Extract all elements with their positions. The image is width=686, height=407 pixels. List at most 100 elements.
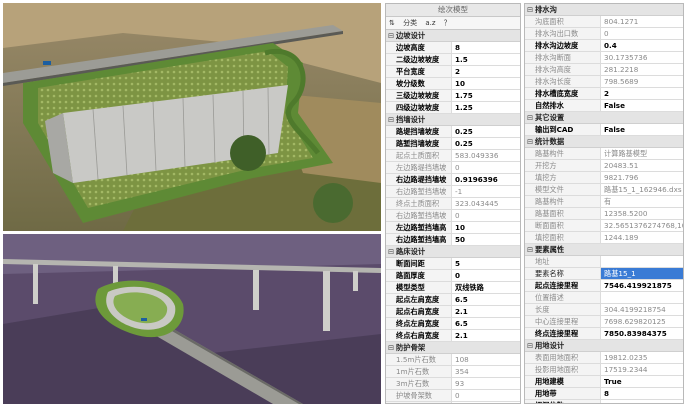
property-row[interactable]: 位置描述 [525,292,683,304]
property-value[interactable]: 1.5 [452,54,520,65]
property-value[interactable]: 108 [452,354,520,365]
property-row[interactable]: 平台土方量93 [386,402,520,403]
sort-icon[interactable]: ⇅ [389,19,395,27]
help-button[interactable]: ？ [444,19,451,27]
property-row[interactable]: 路堑挡墙坡度 0.25 [386,138,520,150]
property-value[interactable]: False [601,124,683,135]
property-value[interactable]: 7698.629820125 [601,316,683,327]
property-row[interactable]: 地址 [525,256,683,268]
property-row[interactable]: 1.5m片石数 108 [386,354,520,366]
property-value[interactable]: 30.1735736 [601,52,683,63]
property-row[interactable]: 路基构件 计算路基模型 [525,148,683,160]
property-value[interactable]: 7850.83984375 [601,328,683,339]
property-value[interactable]: 281.2218 [601,64,683,75]
property-value[interactable]: 1.75 [452,90,520,101]
property-row[interactable]: 表面用地面积 19812.0235 [525,352,683,364]
collapse-toggle-icon[interactable]: ⊟ [527,340,535,351]
property-value[interactable]: 93 [452,378,520,389]
collapse-toggle-icon[interactable]: ⊟ [388,30,396,41]
property-row[interactable]: 路基面积 12358.5200 [525,208,683,220]
property-row[interactable]: 埋深位数5 [525,400,683,403]
property-row[interactable]: 断面面积32.5651376274768,10.7 [525,220,683,232]
property-row[interactable]: 排水沟出口数 0 [525,28,683,40]
property-value[interactable]: 双线铁路 [452,282,520,293]
property-row[interactable]: 填挖面积 1244.189 [525,232,683,244]
property-value[interactable]: 17519.2344 [601,364,683,375]
property-row[interactable]: 二级边坡坡度 1.5 [386,54,520,66]
property-value[interactable]: 7546.419921875 [601,280,683,291]
property-row[interactable]: 边坡高度 8 [386,42,520,54]
property-value[interactable] [601,292,683,303]
property-value[interactable]: -1 [452,186,520,197]
scene-viewport-top[interactable] [3,3,381,231]
collapse-toggle-icon[interactable]: ⊟ [527,112,535,123]
property-row[interactable]: 排水沟断面 30.1735736 [525,52,683,64]
property-row[interactable]: 终点土质面积 323.043445 [386,198,520,210]
property-value[interactable]: 304.4199218754 [601,304,683,315]
property-row[interactable]: 中心连接里程 7698.629820125 [525,316,683,328]
collapse-toggle-icon[interactable]: ⊟ [388,246,396,257]
property-value[interactable]: 798.5689 [601,76,683,87]
property-row[interactable]: 路基构件有 [525,196,683,208]
property-row[interactable]: 终点左肩宽度 6.5 [386,318,520,330]
property-value[interactable]: 32.5651376274768,10.7 [601,220,683,231]
property-row[interactable]: 排水沟边坡度 0.4 [525,40,683,52]
property-value[interactable]: 1244.189 [601,232,683,243]
property-row[interactable]: 要素名称 路基15_1 [525,268,683,280]
property-value[interactable]: 0.25 [452,138,520,149]
property-row[interactable]: 模型类型 双线铁路 [386,282,520,294]
collapse-toggle-icon[interactable]: ⊟ [388,342,396,353]
property-row[interactable]: 填挖方 9821.796 [525,172,683,184]
property-value[interactable]: 0 [452,162,520,173]
property-value[interactable]: 路基15_1_162946.dxs [601,184,683,195]
property-row[interactable]: 坡分级数 10 [386,78,520,90]
property-row[interactable]: 左边路堑挡墙高 10 [386,222,520,234]
property-row[interactable]: 开挖方 20483.51 [525,160,683,172]
property-row[interactable]: 护坡骨架数 0 [386,390,520,402]
property-value[interactable]: 5 [601,400,683,403]
property-value[interactable]: 50 [452,234,520,245]
scene-viewport-bottom[interactable] [3,234,381,404]
section-header[interactable]: ⊟ 用地设计 [525,340,683,352]
collapse-toggle-icon[interactable]: ⊟ [527,244,535,255]
property-row[interactable]: 终点右肩宽度 2.1 [386,330,520,342]
property-value[interactable]: 804.1271 [601,16,683,27]
property-row[interactable]: 平台宽度 2 [386,66,520,78]
section-header[interactable]: ⊟ 防护骨架 [386,342,520,354]
property-value[interactable]: 2.1 [452,330,520,341]
section-header[interactable]: ⊟ 统计数据 [525,136,683,148]
property-value[interactable]: False [601,100,683,111]
property-value[interactable]: 2 [452,66,520,77]
property-row[interactable]: 排水沟高度 281.2218 [525,64,683,76]
property-value[interactable]: 19812.0235 [601,352,683,363]
property-row[interactable]: 路堤挡墙坡度 0.25 [386,126,520,138]
property-value[interactable]: 有 [601,196,683,207]
property-row[interactable]: 起点土质面积 583.049336 [386,150,520,162]
property-row[interactable]: 四级边坡坡度 1.25 [386,102,520,114]
property-value[interactable]: 8 [601,388,683,399]
property-value[interactable]: 0 [452,270,520,281]
property-row[interactable]: 起点连接里程 7546.419921875 [525,280,683,292]
property-row[interactable]: 排水沟长度 798.5689 [525,76,683,88]
property-row[interactable]: 左边路堤挡墙坡 0 [386,162,520,174]
property-value[interactable]: 0 [601,28,683,39]
section-header[interactable]: ⊟ 排水沟 [525,4,683,16]
property-row[interactable]: 沟底面积 804.1271 [525,16,683,28]
property-row[interactable]: 右边路堑挡墙坡 0 [386,210,520,222]
property-value[interactable]: 0 [452,210,520,221]
section-header[interactable]: ⊟ 要素属性 [525,244,683,256]
property-row[interactable]: 1m片石数 354 [386,366,520,378]
property-value[interactable]: 2.1 [452,306,520,317]
property-value[interactable]: 计算路基模型 [601,148,683,159]
property-row[interactable]: 长度 304.4199218754 [525,304,683,316]
category-view-button[interactable]: 分类 [403,19,417,27]
property-row[interactable]: 三级边坡坡度 1.75 [386,90,520,102]
property-value[interactable]: 0 [452,390,520,401]
section-header[interactable]: ⊟ 边坡设计 [386,30,520,42]
property-value[interactable]: 93 [452,402,520,403]
property-value[interactable]: 323.043445 [452,198,520,209]
property-value[interactable]: 2 [601,88,683,99]
property-value[interactable]: 6.5 [452,294,520,305]
property-value[interactable]: 6.5 [452,318,520,329]
collapse-toggle-icon[interactable]: ⊟ [527,136,535,147]
